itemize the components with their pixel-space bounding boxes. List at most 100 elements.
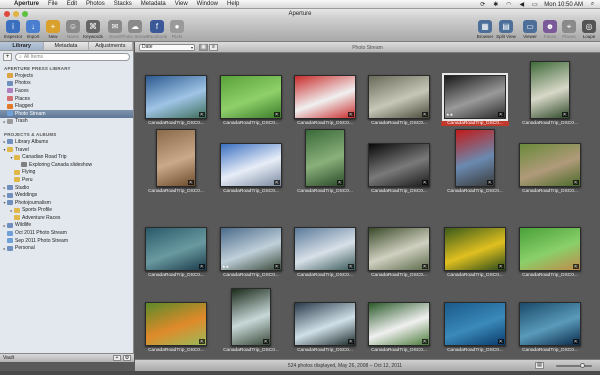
sidebar-item-label: Peru (22, 176, 33, 183)
clock[interactable]: Mon 10:50 AM (544, 2, 583, 8)
photo-thumbnail[interactable]: ⇱ ★★ (442, 73, 508, 121)
split-view-button[interactable]: ▤ Split View (495, 20, 517, 39)
photo-thumbnail[interactable]: ⇱ (231, 288, 271, 346)
photo-thumbnail[interactable]: ⇱ (444, 227, 506, 271)
sync-icon[interactable]: ⟳ (479, 2, 486, 8)
tab-library[interactable]: Library (0, 42, 45, 50)
wifi-icon[interactable]: ◠ (505, 2, 512, 8)
photo-thumbnail[interactable]: ⇱ (294, 302, 356, 346)
places-icon: ⌖ (562, 20, 576, 33)
photo-thumbnail[interactable]: ⇱ (455, 129, 495, 187)
gear-icon[interactable]: ⚙ (123, 355, 131, 361)
menu-window[interactable]: Window (197, 1, 218, 7)
sidebar-item-oct-2011-photo-stream[interactable]: Oct 2011 Photo Stream (0, 229, 133, 237)
photo-thumbnail[interactable]: ⇱ (294, 227, 356, 271)
photo-thumbnail[interactable]: ⇱ (519, 143, 581, 187)
vault-label[interactable]: Vault (3, 355, 14, 361)
places-button[interactable]: ⌖ Places (558, 20, 580, 39)
volume-icon[interactable]: ◀ (518, 2, 525, 8)
menu-photos[interactable]: Photos (86, 1, 105, 7)
sidebar-item-places[interactable]: Places (0, 95, 133, 103)
tab-adjustments[interactable]: Adjustments (89, 42, 133, 50)
thumbnail-size-slider[interactable] (556, 363, 592, 368)
sidebar-item-wildlife[interactable]: ▸ Wildlife (0, 222, 133, 230)
loupe-button[interactable]: ◎ Loupe (578, 20, 600, 39)
sidebar-item-projects[interactable]: Projects (0, 72, 133, 80)
sidebar-item-label: Studio (15, 184, 30, 191)
battery-icon[interactable]: ▭ (531, 2, 538, 8)
flickr-button[interactable]: ● Flickr (166, 20, 188, 39)
adjusted-badge-icon: ⇱ (562, 112, 568, 117)
bluetooth-icon[interactable]: ✱ (492, 2, 499, 8)
sidebar-item-photojournalism[interactable]: ▾ Photojournalism (0, 199, 133, 207)
add-item-button[interactable]: + (3, 53, 12, 61)
sidebar-item-faces[interactable]: Faces (0, 87, 133, 95)
photo-thumbnail[interactable]: ⇱ (220, 143, 282, 187)
adjusted-badge-icon: ⇱ (573, 264, 579, 269)
photo-caption: CanadaRoadTrip_DSC0... (371, 121, 427, 126)
sidebar-item-travel[interactable]: ▾ Travel (0, 146, 133, 154)
sidebar-item-peru[interactable]: Peru (0, 176, 133, 184)
facebook-button[interactable]: f Facebook (146, 20, 168, 39)
sidebar-item-trash[interactable]: ▸ Trash (0, 118, 133, 126)
filter-button[interactable]: ▤ (535, 362, 544, 369)
sidebar-item-personal[interactable]: ▸ Personal (0, 244, 133, 252)
sidebar-item-sep-2011-photo-stream[interactable]: Sep 2011 Photo Stream (0, 237, 133, 245)
sidebar-item-photos[interactable]: Photos (0, 80, 133, 88)
sidebar-item-exploring-canada-slideshow[interactable]: Exploring Canada slideshow (0, 161, 133, 169)
new-button[interactable]: + New (42, 20, 64, 39)
photo-thumbnail[interactable]: ⇱ (368, 302, 430, 346)
name-button[interactable]: ☺ Name (62, 20, 84, 39)
menu-metadata[interactable]: Metadata (141, 1, 166, 7)
add-vault-button[interactable]: + (113, 355, 121, 361)
photo-thumbnail[interactable]: ⇱ (156, 129, 196, 187)
projects-heading: PROJECTS & ALBUMS (4, 132, 57, 138)
browser-button[interactable]: ▦ Browser (474, 20, 496, 39)
tab-metadata[interactable]: Metadata (44, 42, 89, 50)
photo-thumbnail[interactable]: ⇱ (519, 302, 581, 346)
sidebar-item-studio[interactable]: ▸ Studio (0, 184, 133, 192)
sidebar-item-flagged[interactable]: Flagged (0, 102, 133, 110)
photo-thumbnail[interactable]: ⇱ (145, 227, 207, 271)
photo-thumbnail[interactable]: ⇱ (368, 143, 430, 187)
slider-knob[interactable] (580, 363, 585, 368)
toolbar-label: Flickr (171, 34, 183, 39)
photo-thumbnail[interactable]: ⇱ ★★ (220, 227, 282, 271)
adjusted-badge-icon: ⇱ (422, 339, 428, 344)
info-icon: i (6, 20, 20, 33)
menu-stacks[interactable]: Stacks (114, 1, 132, 7)
spotlight-search-icon[interactable]: ⌕ (589, 1, 596, 8)
viewer-button[interactable]: ▭ Viewer (519, 20, 541, 39)
photo-thumbnail[interactable]: ⇱ (530, 61, 570, 119)
photo-thumbnail[interactable]: ⇱ (368, 227, 430, 271)
zoom-window-button[interactable] (22, 11, 28, 17)
library-search-field[interactable]: ⌕ All Items (15, 53, 130, 61)
photo-thumbnail[interactable]: ⇱ (444, 302, 506, 346)
menu-aperture[interactable]: Aperture (14, 1, 39, 7)
menu-edit[interactable]: Edit (67, 1, 77, 7)
sidebar-item-library-albums[interactable]: ▸ Library Albums (0, 138, 133, 146)
photo-thumbnail[interactable]: ⇱ (294, 75, 356, 119)
photo-thumbnail[interactable]: ⇱ (305, 129, 345, 187)
menu-file[interactable]: File (48, 1, 58, 7)
sidebar-item-sports-profile[interactable]: ▸ Sports Profile (0, 207, 133, 215)
keywords-button[interactable]: ⌘ Keywords (82, 20, 104, 39)
inspector-button[interactable]: i Inspector (2, 20, 24, 39)
photo-thumbnail[interactable]: ⇱ (145, 302, 207, 346)
close-window-button[interactable] (4, 11, 10, 17)
photo-thumbnail[interactable]: ⇱ (368, 75, 430, 119)
photo-thumbnail[interactable]: ⇱ (220, 75, 282, 119)
sidebar-item-weddings[interactable]: ▸ Weddings (0, 191, 133, 199)
menu-help[interactable]: Help (227, 1, 239, 7)
sidebar-item-adventure-races[interactable]: Adventure Races (0, 214, 133, 222)
photo-stream-button[interactable]: ☁ Photo Stream (121, 20, 149, 39)
sidebar-item-photo-stream[interactable]: Photo Stream (0, 109, 133, 118)
sidebar-item-flying[interactable]: Flying (0, 169, 133, 177)
menu-view[interactable]: View (175, 1, 188, 7)
sidebar-item-canadian-road-trip[interactable]: ▾ Canadian Road Trip (0, 153, 133, 161)
photo-caption: CanadaRoadTrip_DSC0... (522, 273, 578, 278)
photo-thumbnail[interactable]: ⇱ (145, 75, 207, 119)
minimize-window-button[interactable] (13, 11, 19, 17)
photo-thumbnail[interactable]: ⇱ (519, 227, 581, 271)
import-button[interactable]: ↓ Import (22, 20, 44, 39)
